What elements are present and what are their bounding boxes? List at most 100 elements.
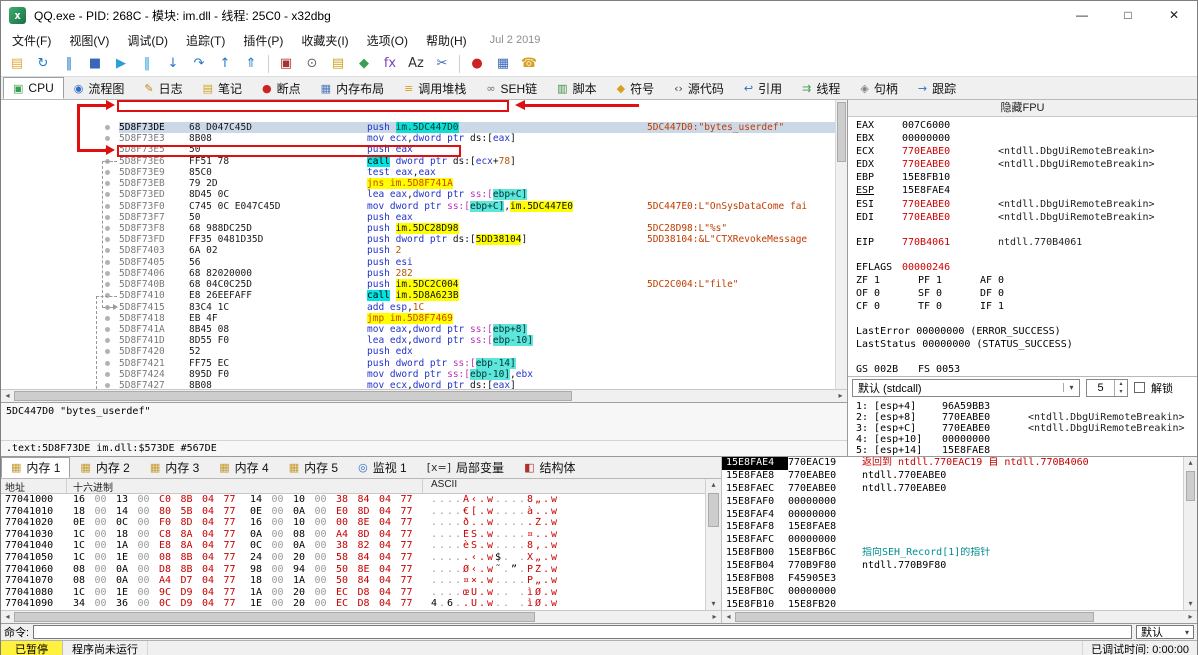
disasm-row[interactable]: 5D8F7410 E8 26EEFAFF call im.5D8A623B [1,290,847,302]
stack-vscroll-thumb[interactable] [1186,471,1195,501]
tab-struct[interactable]: ◧ 结构体 [514,457,585,478]
disasm-vscroll-thumb[interactable] [837,102,846,162]
argument-count-stepper[interactable]: 5 ▴ ▾ [1086,378,1128,397]
breakpoint-dot[interactable] [105,147,110,153]
disasm-row[interactable]: 5D8F741A 8B45 08 mov eax,dword ptr ss:[ebp… [1,323,847,335]
tab-watch-1[interactable]: ◎ 监视 1 [348,457,417,478]
menu-item-收藏夹(I)[interactable]: 收藏夹(I) [292,29,357,52]
step-over-icon[interactable]: ↷ [187,53,211,75]
disasm-row[interactable]: 5D8F73E3 8B08 mov ecx,dword ptr ds:[eax] [1,133,847,144]
stack-vscrollbar[interactable]: ▴ ▾ [1183,457,1197,610]
patch-icon[interactable]: ✂ [430,53,454,75]
tab-threads[interactable]: ⇉ 线程 [792,77,850,99]
hide-fpu-button[interactable]: 隐藏FPU [848,100,1197,117]
disasm-row[interactable]: 5D8F7406 68 82020000 push 282 [1,268,847,279]
open-file-icon[interactable]: ▤ [5,53,29,75]
tab-dump-1[interactable]: ▦ 内存 1 [1,457,71,478]
disasm-row[interactable]: 5D8F73EB 79 2D jns im.5D8F741A [1,178,847,190]
tab-dump-4[interactable]: ▦ 内存 4 [209,457,278,478]
tab-locals[interactable]: [x=] 局部变量 [417,457,514,478]
argument-row[interactable]: 3: [esp+C] 770EABE0 <ntdll.DbgUiRemoteBrea… [848,423,1197,434]
register-row[interactable]: EDX 770EABE0 <ntdll.DbgUiRemoteBreakin> [848,158,1197,171]
disasm-row[interactable]: 5D8F73E6 FF51 78 call dword ptr ds:[ecx+78… [1,155,847,167]
breakpoint-dot[interactable] [105,326,110,332]
attach-icon[interactable]: ☎ [517,53,541,75]
argument-row[interactable]: 4: [esp+10] 00000000 [848,434,1197,445]
memory-dump[interactable]: 地址 十六进制 ASCII 77041000 16 00 13 00 C0 8B 04 77 14… [1,479,705,610]
register-row[interactable]: ESI 770EABE0 <ntdll.DbgUiRemoteBreakin> [848,198,1197,211]
breakpoint-dot[interactable] [105,214,110,220]
register-row[interactable]: ECX 770EABE0 <ntdll.DbgUiRemoteBreakin> [848,145,1197,158]
spin-down-icon[interactable]: ▾ [1115,388,1127,396]
memory-row[interactable]: 77041090 34 00 36 00 0C D9 04 77 1E 00 20 00 EC D8 04 77… [1,598,705,610]
plugins-icon[interactable]: ◆ [352,53,376,75]
disasm-row[interactable]: 5D8F7420 52 push edx [1,346,847,357]
disasm-row[interactable]: 5D8F73F0 C745 0C E047C45D mov dword ptr ss… [1,200,847,212]
command-input[interactable] [33,625,1132,639]
disasm-row[interactable]: 5D8F73ED 8D45 0C lea eax,dword ptr ss:[ebp… [1,189,847,201]
disasm-vscrollbar[interactable] [835,100,847,389]
maximize-button[interactable]: □ [1105,1,1151,29]
pause-alt-icon[interactable]: ‖ [135,53,159,75]
trace-icon[interactable]: ▣ [274,53,298,75]
memory-row[interactable]: 77041010 18 00 14 00 80 5B 04 77 0E 00 0A 00 E0 8D 04 77… [1,506,705,518]
functions-icon[interactable]: fx [378,53,402,75]
disasm-row[interactable]: 5D8F7424 895D F0 mov dword ptr ss:[ebp-10]… [1,368,847,380]
breakpoint-dot[interactable] [105,371,110,377]
breakpoint-dot[interactable] [105,338,110,344]
breakpoint-dot[interactable] [105,181,110,187]
tab-cpu[interactable]: ▣ CPU [3,77,64,99]
stack-row[interactable]: 15E8FB04 770B9F80 ntdll.770B9F80 [722,560,1183,573]
register-row[interactable]: EIP 770B4061 ntdll.770B4061 [848,236,1197,249]
tab-references[interactable]: ↩ 引用 [734,77,792,99]
menu-item-帮助(H)[interactable]: 帮助(H) [417,29,476,52]
disasm-row[interactable]: 5D8F7405 56 push esi [1,257,847,268]
menu-item-选项(O)[interactable]: 选项(O) [358,29,417,52]
memory-hscroll-thumb[interactable] [14,612,535,622]
argument-row[interactable]: 5: [esp+14] 15E8FAE8 [848,445,1197,456]
register-row[interactable]: EDI 770EABE0 <ntdll.DbgUiRemoteBreakin> [848,211,1197,224]
disasm-row[interactable]: 5D8F7421 FF75 EC push dword ptr ss:[ebp-14… [1,357,847,369]
tab-script[interactable]: ▥ 脚本 [547,77,606,99]
register-row[interactable]: EFLAGS 00000246 [848,261,1197,274]
breakpoint-dot[interactable] [105,136,110,142]
tab-memory-map[interactable]: ▦ 内存布局 [311,77,394,99]
calling-convention-select[interactable]: 默认 (stdcall) ▾ [852,378,1080,397]
breakpoints-icon[interactable]: ● [465,53,489,75]
tab-seh-chain[interactable]: ∞ SEH链 [476,77,547,99]
step-out-icon[interactable]: ↑ [213,53,237,75]
breakpoint-dot[interactable] [105,125,110,130]
disasm-row[interactable]: 5D8F73F7 50 push eax [1,212,847,223]
tab-dump-2[interactable]: ▦ 内存 2 [70,457,139,478]
disasm-hscrollbar[interactable]: ◂ ▸ [1,389,847,402]
scroll-up-icon[interactable]: ▴ [1184,457,1197,469]
memory-row[interactable]: 77041060 08 00 0A 00 D8 8B 04 77 98 00 94 00 50 8E 04 77… [1,564,705,576]
stack-row[interactable]: 15E8FAEC 770EABE0 ntdll.770EABE0 [722,483,1183,496]
disasm-row[interactable]: 5D8F73E5 50 push eax [1,144,847,155]
disasm-hscroll-thumb[interactable] [14,391,572,401]
breakpoint-dot[interactable] [105,349,110,355]
scroll-up-icon[interactable]: ▴ [707,479,720,491]
restart-icon[interactable]: ↻ [31,53,55,75]
stack-row[interactable]: 15E8FB00 15E8FB6C 指向SEH_Record[1]的指针 [722,547,1183,560]
menu-item-文件(F)[interactable]: 文件(F) [3,29,60,52]
disasm-row[interactable]: 5D8F741D 8D55 F0 lea edx,dword ptr ss:[ebp… [1,335,847,347]
scylla-icon[interactable]: ▤ [326,53,350,75]
memory-row[interactable]: 77041070 08 00 0A 00 A4 D7 04 77 18 00 1A 00 50 84 04 77… [1,575,705,587]
tab-dump-3[interactable]: ▦ 内存 3 [140,457,209,478]
memory-row[interactable]: 77041050 1C 00 1E 00 08 8B 04 77 24 00 20 00 58 84 04 77… [1,552,705,564]
breakpoint-dot[interactable] [105,225,110,231]
disasm-row[interactable]: 5D8F73E9 85C0 test eax,eax [1,167,847,178]
unlock-checkbox[interactable] [1134,382,1145,393]
disasm-row[interactable]: 5D8F7418 EB 4F jmp im.5D8F7469 [1,312,847,324]
tab-notes[interactable]: ▤ 笔记 [193,77,252,99]
pause-icon[interactable]: ‖ [57,53,81,75]
stop-icon[interactable]: ■ [83,53,107,75]
disassembly-panel[interactable]: 5D8F73DE 68 D047C45D push im.5DC447D0 5DC44… [1,100,847,389]
scroll-left-icon[interactable]: ◂ [722,611,735,623]
tab-breakpoints[interactable]: ● 断点 [252,77,311,99]
memory-row[interactable]: 77041020 0E 00 0C 00 F0 8D 04 77 16 00 10 00 00 8E 04 77… [1,517,705,529]
run-to-return-icon[interactable]: ⇑ [239,53,263,75]
breakpoint-dot[interactable] [105,237,110,243]
stack-row[interactable]: 15E8FB08 F45905E3 [722,573,1183,586]
